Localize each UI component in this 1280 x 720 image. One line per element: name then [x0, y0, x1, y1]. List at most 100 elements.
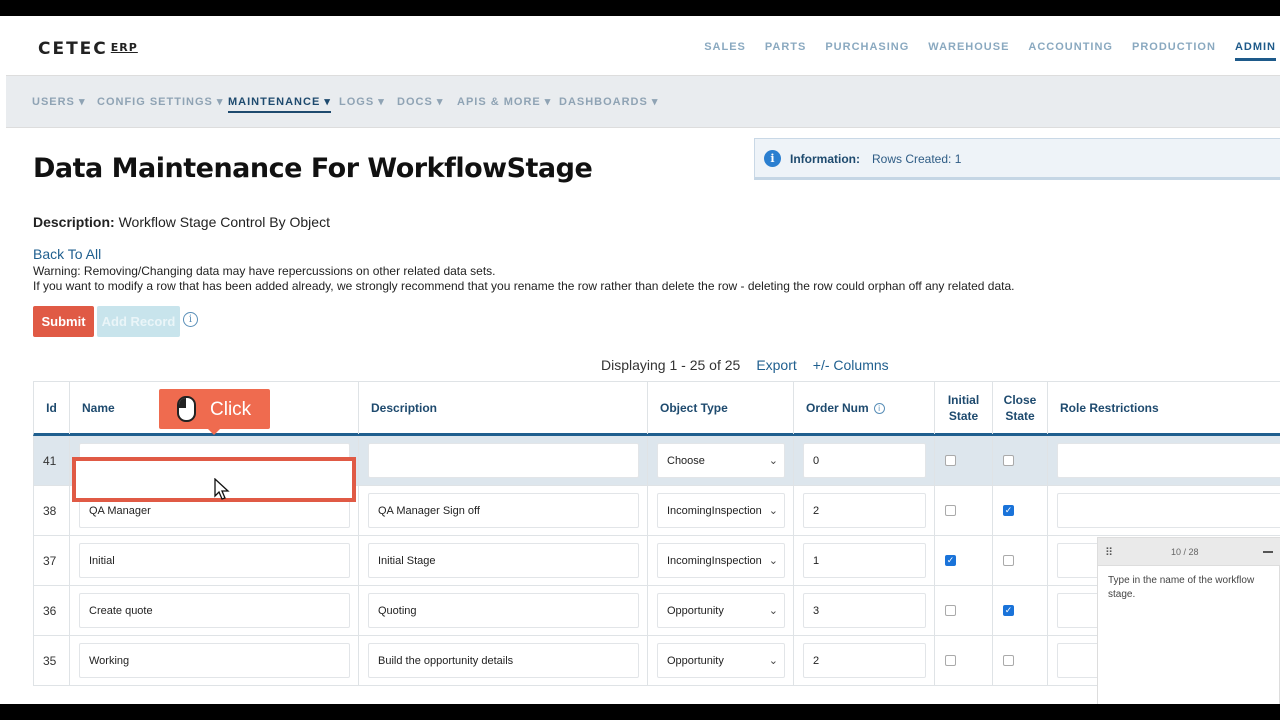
description-input[interactable]: Initial Stage [368, 543, 639, 578]
object-type-select[interactable]: Choose ⌄ [657, 443, 785, 478]
object-type-select[interactable]: IncomingInspection ⌄ [657, 543, 785, 578]
columns-link[interactable]: +/- Columns [813, 357, 889, 373]
logo-text: CETEC [38, 39, 108, 59]
nav-purchasing[interactable]: PURCHASING [825, 41, 909, 61]
nav-admin[interactable]: ADMIN [1234, 41, 1276, 61]
click-tooltip: Click [159, 389, 270, 435]
object-type-value: IncomingInspection [667, 504, 762, 517]
cell-initial-state [935, 636, 993, 686]
header-description[interactable]: Description [359, 382, 648, 434]
header-id[interactable]: Id [34, 382, 70, 434]
nav-warehouse[interactable]: WAREHOUSE [928, 41, 1009, 61]
info-icon[interactable]: i [873, 402, 885, 414]
object-type-select[interactable]: Opportunity ⌄ [657, 643, 785, 678]
row-id: 37 [43, 554, 57, 568]
cell-initial-state [935, 436, 993, 486]
info-label: Information: [790, 152, 860, 166]
guide-text: Type in the name of the workflow stage. [1108, 575, 1255, 600]
nav-production[interactable]: PRODUCTION [1132, 41, 1216, 61]
sub-navigation: USERS ▾ CONFIG SETTINGS ▾ MAINTENANCE ▾ … [6, 75, 1280, 128]
initial-state-checkbox[interactable]: ✓ [945, 555, 956, 566]
object-type-value: Opportunity [667, 654, 724, 667]
cell-role-restrictions [1048, 486, 1280, 536]
header-order-num[interactable]: Order Num i [794, 382, 935, 434]
cell-close-state: ✓ [993, 586, 1048, 636]
object-type-select[interactable]: Opportunity ⌄ [657, 593, 785, 628]
add-record-button[interactable]: Add Record [97, 306, 180, 337]
initial-state-checkbox[interactable] [945, 605, 956, 616]
name-input[interactable]: Create quote [79, 593, 350, 628]
subnav-dashboards[interactable]: DASHBOARDS ▾ [559, 95, 658, 108]
role-restrictions-input[interactable] [1057, 493, 1280, 528]
description-input[interactable]: Quoting [368, 593, 639, 628]
name-input[interactable]: Initial [79, 543, 350, 578]
table-row: 36 Create quote Quoting Opportunity ⌄ 3 ✓ [33, 586, 1280, 636]
page-title: Data Maintenance For WorkflowStage [33, 153, 593, 184]
export-link[interactable]: Export [756, 357, 796, 373]
minimize-icon[interactable] [1263, 551, 1273, 553]
cell-description: Quoting [359, 586, 648, 636]
description-input[interactable]: Build the opportunity details [368, 643, 639, 678]
cell-name: Working [70, 636, 359, 686]
subnav-maintenance[interactable]: MAINTENANCE ▾ [228, 95, 331, 113]
order-num-input[interactable]: 1 [803, 543, 926, 578]
cell-id: 41 [34, 436, 70, 486]
description: Description: Workflow Stage Control By O… [33, 214, 330, 230]
subnav-config-settings[interactable]: CONFIG SETTINGS ▾ [97, 95, 223, 108]
nav-parts[interactable]: PARTS [765, 41, 806, 61]
header-role-restrictions[interactable]: Role Restrictions [1048, 382, 1280, 434]
order-num-input[interactable]: 0 [803, 443, 926, 478]
chevron-down-icon: ⌄ [768, 655, 778, 667]
chevron-down-icon: ⌄ [768, 555, 778, 567]
subnav-docs[interactable]: DOCS ▾ [397, 95, 443, 108]
object-type-value: IncomingInspection [667, 554, 762, 567]
header-close-state[interactable]: Close State [993, 382, 1048, 434]
subnav-logs[interactable]: LOGS ▾ [339, 95, 385, 108]
header-close-line2: State [1005, 409, 1035, 423]
order-num-input[interactable]: 2 [803, 643, 926, 678]
cell-close-state [993, 636, 1048, 686]
cell-object-type: Opportunity ⌄ [648, 636, 794, 686]
header-initial-state[interactable]: Initial State [935, 382, 993, 434]
initial-state-checkbox[interactable] [945, 655, 956, 666]
cell-close-state [993, 436, 1048, 486]
submit-button[interactable]: Submit [33, 306, 94, 337]
cell-object-type: IncomingInspection ⌄ [648, 536, 794, 586]
name-input[interactable]: Working [79, 643, 350, 678]
nav-accounting[interactable]: ACCOUNTING [1028, 41, 1113, 61]
header-object-type[interactable]: Object Type [648, 382, 794, 434]
guide-panel-header[interactable]: ⠿ 10 / 28 [1098, 538, 1280, 566]
close-state-checkbox[interactable] [1003, 455, 1014, 466]
info-icon[interactable]: i [183, 312, 198, 327]
main-nav: SALES PARTS PURCHASING WAREHOUSE ACCOUNT… [685, 41, 1276, 61]
info-message: Rows Created: 1 [872, 152, 962, 166]
close-state-checkbox[interactable]: ✓ [1003, 505, 1014, 516]
chevron-down-icon: ⌄ [768, 605, 778, 617]
app-frame: CETEC ERP SALES PARTS PURCHASING WAREHOUS… [0, 16, 1280, 704]
object-type-select[interactable]: IncomingInspection ⌄ [657, 493, 785, 528]
close-state-checkbox[interactable] [1003, 655, 1014, 666]
subnav-apis[interactable]: APIS & MORE ▾ [457, 95, 551, 108]
close-state-checkbox[interactable]: ✓ [1003, 605, 1014, 616]
subnav-users[interactable]: USERS ▾ [32, 95, 85, 108]
cell-name: Create quote [70, 586, 359, 636]
initial-state-checkbox[interactable] [945, 505, 956, 516]
chevron-down-icon: ⌄ [768, 505, 778, 517]
cell-description: Initial Stage [359, 536, 648, 586]
order-num-input[interactable]: 2 [803, 493, 926, 528]
description-input[interactable]: QA Manager Sign off [368, 493, 639, 528]
mouse-icon [177, 396, 196, 422]
description-input[interactable] [368, 443, 639, 478]
top-navigation: CETEC ERP SALES PARTS PURCHASING WAREHOUS… [0, 16, 1280, 76]
logo[interactable]: CETEC ERP [38, 39, 138, 59]
cell-object-type: IncomingInspection ⌄ [648, 486, 794, 536]
recommendation-text: If you want to modify a row that has bee… [33, 279, 1015, 293]
row-id: 35 [43, 654, 57, 668]
close-state-checkbox[interactable] [1003, 555, 1014, 566]
nav-sales[interactable]: SALES [704, 41, 746, 61]
role-restrictions-input[interactable] [1057, 443, 1280, 478]
drag-handle-icon[interactable]: ⠿ [1105, 546, 1113, 559]
back-link[interactable]: Back To All [33, 246, 101, 262]
order-num-input[interactable]: 3 [803, 593, 926, 628]
initial-state-checkbox[interactable] [945, 455, 956, 466]
